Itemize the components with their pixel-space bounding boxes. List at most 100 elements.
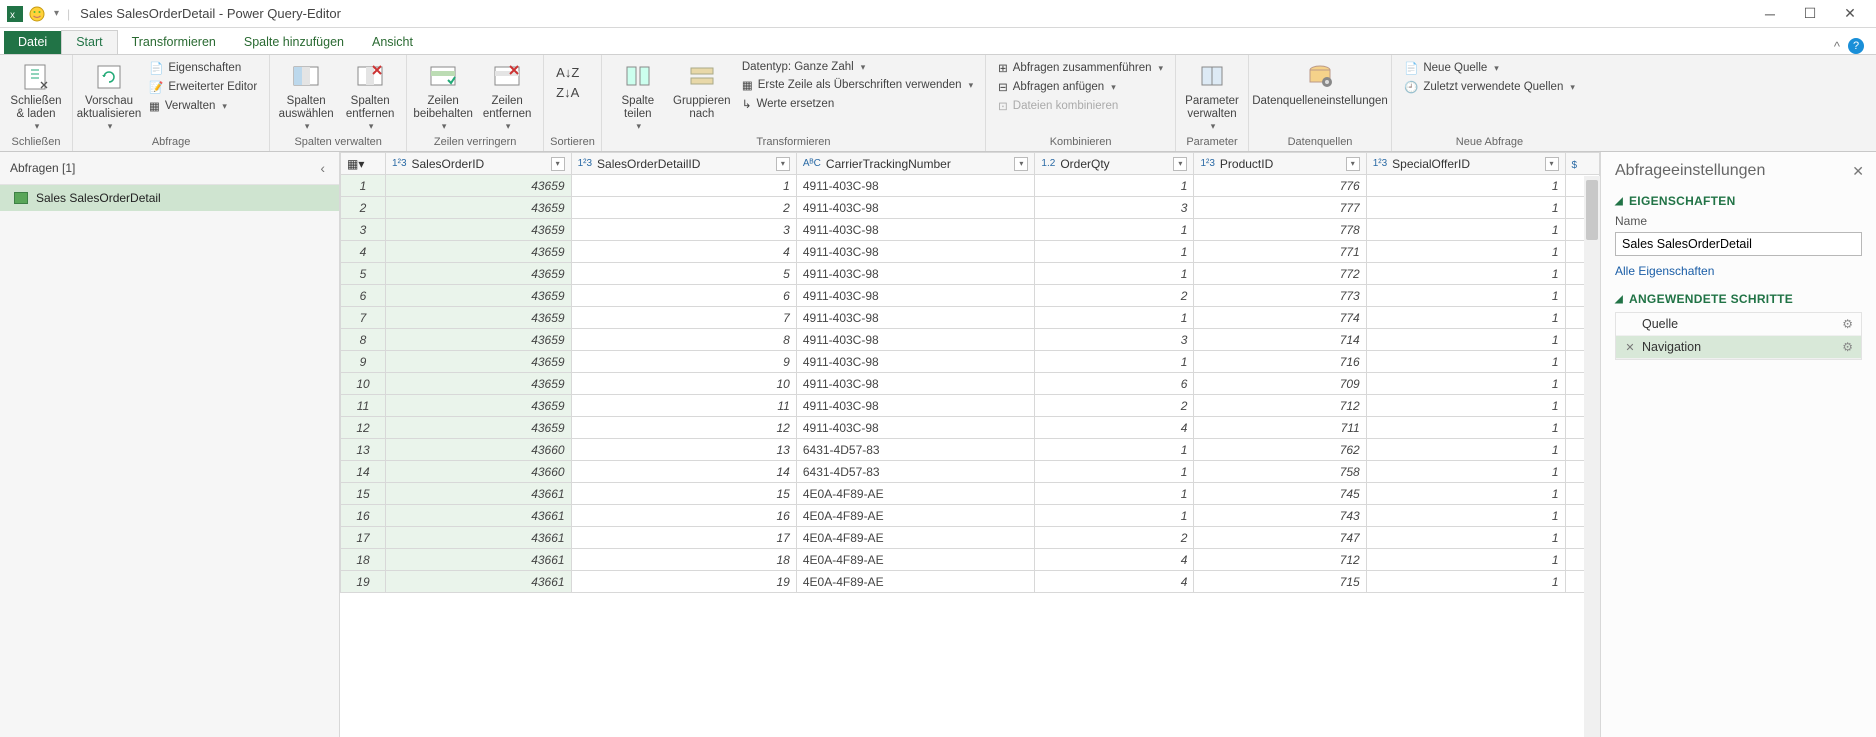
cell[interactable]: 4E0A-4F89-AE [796,571,1035,593]
row-number[interactable]: 3 [341,219,386,241]
cell[interactable]: 11 [571,395,796,417]
remove-rows-button[interactable]: Zeilen entfernen▾ [477,57,537,132]
cell[interactable]: 1 [1366,527,1565,549]
table-row[interactable]: 14365914911-403C-9817761 [341,175,1600,197]
tab-view[interactable]: Ansicht [358,31,427,54]
row-number[interactable]: 10 [341,373,386,395]
cell[interactable]: 8 [571,329,796,351]
row-number[interactable]: 18 [341,549,386,571]
cell[interactable]: 13 [571,439,796,461]
col-productid[interactable]: 1²3ProductID▾ [1194,153,1366,175]
cell[interactable]: 1 [1366,219,1565,241]
cell[interactable]: 2 [571,197,796,219]
cell[interactable]: 16 [571,505,796,527]
recent-sources-button[interactable]: 🕘Zuletzt verwendete Quellen▾ [1398,78,1581,96]
cell[interactable]: 43659 [386,417,572,439]
cell[interactable]: 1 [1035,219,1194,241]
row-number[interactable]: 9 [341,351,386,373]
sort-desc-button[interactable]: Z↓A [550,83,585,102]
cell[interactable]: 747 [1194,527,1366,549]
properties-button[interactable]: 📄Eigenschaften [143,59,263,77]
cell[interactable]: 1 [1035,241,1194,263]
collapse-ribbon-icon[interactable]: ^ [1834,39,1840,54]
table-row[interactable]: 1043659104911-403C-9867091 [341,373,1600,395]
row-number[interactable]: 1 [341,175,386,197]
cell[interactable]: 1 [1366,175,1565,197]
help-icon[interactable]: ? [1848,38,1864,54]
cell[interactable]: 43659 [386,395,572,417]
cell[interactable]: 43659 [386,263,572,285]
collapse-queries-icon[interactable]: ‹ [316,158,329,178]
cell[interactable]: 1 [1366,285,1565,307]
cell[interactable]: 1 [1366,373,1565,395]
filter-icon[interactable]: ▾ [1545,157,1559,171]
cell[interactable]: 1 [1035,505,1194,527]
col-salesorderdetailid[interactable]: 1²3SalesOrderDetailID▾ [571,153,796,175]
cell[interactable]: 1 [1035,439,1194,461]
sort-asc-button[interactable]: A↓Z [550,63,585,82]
cell[interactable]: 43661 [386,549,572,571]
manage-parameters-button[interactable]: Parameter verwalten▾ [1182,57,1242,132]
cell[interactable]: 4 [1035,571,1194,593]
cell[interactable]: 43659 [386,197,572,219]
cell[interactable]: 743 [1194,505,1366,527]
keep-rows-button[interactable]: Zeilen beibehalten▾ [413,57,473,132]
cell[interactable]: 712 [1194,549,1366,571]
cell[interactable]: 774 [1194,307,1366,329]
table-row[interactable]: 74365974911-403C-9817741 [341,307,1600,329]
cell[interactable]: 18 [571,549,796,571]
filter-icon[interactable]: ▾ [1173,157,1187,171]
cell[interactable]: 1 [1366,329,1565,351]
cell[interactable]: 1 [1366,461,1565,483]
cell[interactable]: 4911-403C-98 [796,263,1035,285]
cell[interactable]: 4 [1035,417,1194,439]
cell[interactable]: 4E0A-4F89-AE [796,505,1035,527]
cell[interactable]: 4911-403C-98 [796,351,1035,373]
delete-step-icon[interactable]: ✕ [1624,341,1636,354]
cell[interactable]: 4E0A-4F89-AE [796,549,1035,571]
col-specialofferid[interactable]: 1²3SpecialOfferID▾ [1366,153,1565,175]
cell[interactable]: 43659 [386,285,572,307]
row-number[interactable]: 12 [341,417,386,439]
cell[interactable]: 4911-403C-98 [796,285,1035,307]
cell[interactable]: 4911-403C-98 [796,175,1035,197]
table-row[interactable]: 1643661164E0A-4F89-AE17431 [341,505,1600,527]
cell[interactable]: 3 [1035,329,1194,351]
cell[interactable]: 43660 [386,439,572,461]
row-number[interactable]: 16 [341,505,386,527]
row-number[interactable]: 4 [341,241,386,263]
cell[interactable]: 1 [1035,351,1194,373]
cell[interactable]: 4911-403C-98 [796,417,1035,439]
minimize-button[interactable]: ─ [1750,0,1790,27]
cell[interactable]: 1 [1366,241,1565,263]
step-source[interactable]: Quelle ⚙ [1616,313,1861,336]
cell[interactable]: 1 [1035,461,1194,483]
cell[interactable]: 758 [1194,461,1366,483]
cell[interactable]: 1 [1035,307,1194,329]
cell[interactable]: 1 [1366,505,1565,527]
cell[interactable]: 773 [1194,285,1366,307]
remove-columns-button[interactable]: Spalten entfernen▾ [340,57,400,132]
all-properties-link[interactable]: Alle Eigenschaften [1615,256,1714,280]
maximize-button[interactable]: ☐ [1790,0,1830,27]
col-carriertracking[interactable]: AᴮCCarrierTrackingNumber▾ [796,153,1035,175]
cell[interactable]: 1 [1035,175,1194,197]
refresh-preview-button[interactable]: Vorschau aktualisieren▾ [79,57,139,132]
cell[interactable]: 1 [1366,549,1565,571]
applied-steps-caption[interactable]: ◢ANGEWENDETE SCHRITTE [1615,292,1862,306]
step-navigation[interactable]: ✕ Navigation ⚙ [1616,336,1861,359]
filter-icon[interactable]: ▾ [1014,157,1028,171]
tab-addcolumn[interactable]: Spalte hinzufügen [230,31,358,54]
table-row[interactable]: 44365944911-403C-9817711 [341,241,1600,263]
cell[interactable]: 43659 [386,329,572,351]
query-name-input[interactable] [1615,232,1862,256]
choose-columns-button[interactable]: Spalten auswählen▾ [276,57,336,132]
cell[interactable]: 1 [571,175,796,197]
cell[interactable]: 762 [1194,439,1366,461]
cell[interactable]: 4E0A-4F89-AE [796,483,1035,505]
cell[interactable]: 1 [1035,483,1194,505]
row-number[interactable]: 5 [341,263,386,285]
cell[interactable]: 17 [571,527,796,549]
row-number[interactable]: 7 [341,307,386,329]
table-row[interactable]: 1843661184E0A-4F89-AE47121 [341,549,1600,571]
